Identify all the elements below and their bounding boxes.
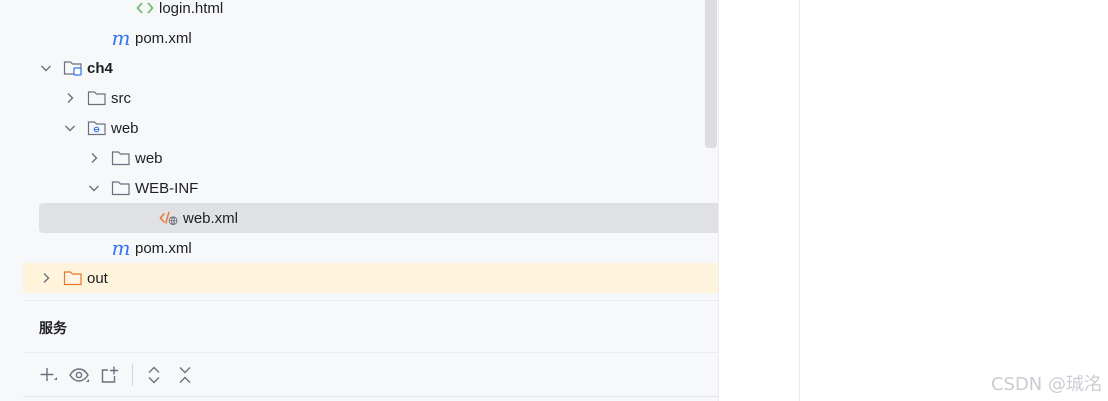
tree-item-label: ch4 [87,59,113,77]
tree-item[interactable]: WEB-INF [23,173,718,203]
chevron-right-icon[interactable] [87,151,101,165]
tree-item[interactable]: src [23,83,718,113]
tree-item[interactable]: login.html [23,0,718,23]
chevron-right-icon[interactable] [63,91,77,105]
web-folder-icon [87,119,107,137]
panel-bottom-border [23,396,718,397]
chevron-down-icon[interactable] [39,61,53,75]
folder-icon [111,149,131,167]
expand-toggle[interactable] [63,91,77,105]
plus-icon [40,368,57,381]
project-panel: login.html m pom.xml ch4 src web web WEB-INF web… [23,0,719,401]
maven-file-icon: m [111,26,131,50]
tree-item[interactable]: web.xml [39,203,718,233]
module-folder-icon [63,59,83,77]
editor-gutter-border [799,0,800,401]
expand-all-button[interactable] [141,362,167,388]
panel-divider [23,300,718,301]
view-options-button[interactable] [66,362,92,388]
chevron-down-icon[interactable] [63,121,77,135]
expand-toggle[interactable] [87,151,101,165]
services-title: 服务 [39,320,67,336]
tree-item-label: pom.xml [135,29,192,47]
add-service-button[interactable] [35,362,61,388]
tree-item-label: login.html [159,0,224,17]
folder-icon [111,179,131,197]
excluded-folder-icon [63,269,83,287]
html-file-icon [135,0,155,17]
services-toolbar-divider [23,352,718,353]
left-tool-strip [0,0,23,401]
expand-toggle[interactable] [63,121,77,135]
tree-scrollbar[interactable] [705,0,717,148]
chevron-right-icon[interactable] [39,271,53,285]
tree-item[interactable]: out [23,263,718,293]
folder-icon [87,89,107,107]
maven-file-icon: m [111,236,131,260]
expand-toggle[interactable] [39,61,53,75]
tree-item-label: web [111,119,139,137]
services-toolbar [35,361,203,389]
tree-item[interactable]: m pom.xml [23,233,718,263]
tree-item-label: WEB-INF [135,179,199,197]
project-tree: login.html m pom.xml ch4 src web web WEB-INF web… [23,0,718,300]
tree-item-label: src [111,89,131,107]
web-xml-file-icon [159,209,179,227]
collapse-all-button[interactable] [172,362,198,388]
watermark: CSDN @珹洺 [990,374,1102,395]
chevron-down-icon[interactable] [87,181,101,195]
tree-item-label: pom.xml [135,239,192,257]
expand-all-icon [148,366,160,384]
tree-item-label: web.xml [183,209,239,227]
new-group-button[interactable] [97,362,123,388]
tree-item[interactable]: ch4 [23,53,718,83]
eye-icon [69,368,89,382]
tree-item[interactable]: web [23,143,718,173]
tree-item-label: web [135,149,163,167]
expand-toggle[interactable] [39,271,53,285]
collapse-all-icon [179,367,191,383]
expand-toggle[interactable] [87,181,101,195]
tree-item[interactable]: web [23,113,718,143]
tree-item[interactable]: m pom.xml [23,23,718,53]
toolbar-separator [132,364,133,386]
add-group-icon [101,366,118,383]
tree-item-label: out [87,269,108,287]
